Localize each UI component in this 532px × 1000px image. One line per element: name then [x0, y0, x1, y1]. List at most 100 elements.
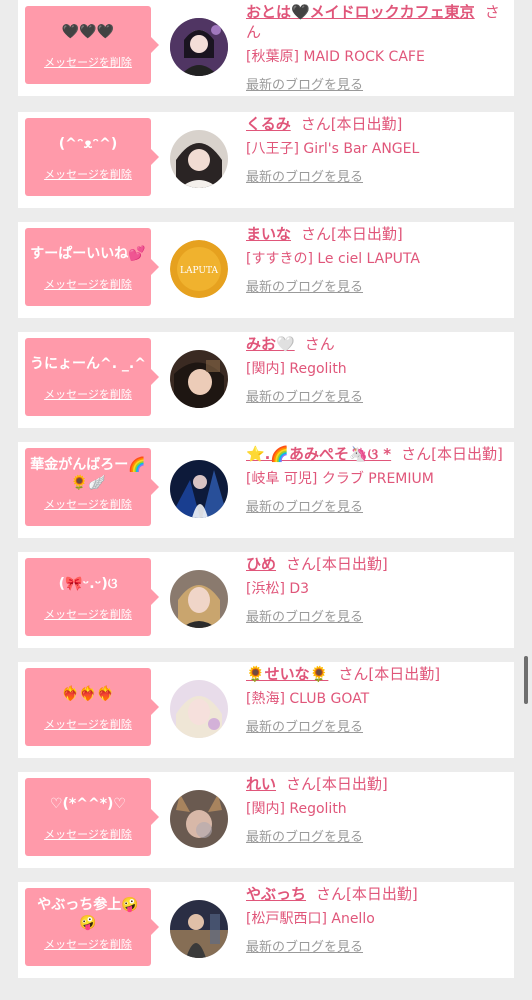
- latest-blog-link[interactable]: 最新のブログを見る: [246, 496, 363, 515]
- profile-info: れい さん[本日出勤] [関内] Regolith 最新のブログを見る: [246, 774, 510, 845]
- list-item: ❤️‍🔥❤️‍🔥❤️‍🔥 メッセージを削除 🌻せいな🌻 さん[本日出勤] [熱海]…: [18, 662, 514, 758]
- name-suffix: さん: [304, 335, 335, 353]
- list-item: 華金がんばろー🌈🌻🪽 メッセージを削除 ⭐️.🌈あみぺそ🦄ଓ * さん[本日出勤]…: [18, 442, 514, 538]
- message-bubble: うにょーん^. _.^ メッセージを削除: [25, 338, 159, 416]
- name-suffix: さん[本日出勤]: [286, 555, 388, 573]
- avatar[interactable]: [170, 350, 228, 408]
- profile-info: まいな さん[本日出勤] [すすきの] Le ciel LAPUTA 最新のブログ…: [246, 224, 510, 295]
- message-text: 華金がんばろー🌈🌻🪽: [30, 457, 146, 491]
- message-bubble: ♡(*^^*)♡ メッセージを削除: [25, 778, 159, 856]
- avatar[interactable]: [170, 460, 228, 518]
- profile-info: みお🤍 さん [関内] Regolith 最新のブログを見る: [246, 334, 510, 405]
- delete-message-link[interactable]: メッセージを削除: [25, 936, 151, 952]
- message-bubble: すーぱーいいね💕 メッセージを削除: [25, 228, 159, 306]
- latest-blog-link[interactable]: 最新のブログを見る: [246, 166, 363, 185]
- delete-message-link[interactable]: メッセージを削除: [25, 826, 151, 842]
- shop-label: [熱海] CLUB GOAT: [246, 691, 370, 707]
- cast-name-link[interactable]: くるみ: [246, 115, 291, 133]
- avatar[interactable]: [170, 900, 228, 958]
- avatar-image: [170, 350, 228, 408]
- avatar-image: [170, 130, 228, 188]
- delete-message-link[interactable]: メッセージを削除: [25, 54, 151, 70]
- name-suffix: さん[本日出勤]: [316, 885, 418, 903]
- list-item: (🎀ᵕ.ᵕ)ଓ メッセージを削除 ひめ さん[本日出勤] [浜松] D3 最新のブ…: [18, 552, 514, 648]
- avatar[interactable]: [170, 570, 228, 628]
- cast-name-link[interactable]: やぶっち: [246, 885, 306, 903]
- avatar[interactable]: [170, 680, 228, 738]
- avatar-image: [170, 680, 228, 738]
- message-bubble: やぶっち参上🤪🤪 メッセージを削除: [25, 888, 159, 966]
- shop-label: [関内] Regolith: [246, 361, 347, 377]
- latest-blog-link[interactable]: 最新のブログを見る: [246, 606, 363, 625]
- profile-info: おとは🖤メイドロックカフェ東京 さん [秋葉原] MAID ROCK CAFE 最…: [246, 2, 510, 93]
- svg-text:LAPUTA: LAPUTA: [180, 266, 218, 276]
- message-text: ♡(*^^*)♡: [49, 796, 126, 812]
- shop-label: [岐阜 可児] クラブ PREMIUM: [246, 471, 434, 487]
- message-bubble: (^ᵔᴥᵔ^) メッセージを削除: [25, 118, 159, 196]
- list-item: すーぱーいいね💕 メッセージを削除 LAPUTA まいな さん[本日出勤] [すす…: [18, 222, 514, 318]
- name-suffix: さん[本日出勤]: [338, 665, 441, 683]
- cast-name-link[interactable]: みお🤍: [246, 335, 295, 353]
- list-item: (^ᵔᴥᵔ^) メッセージを削除 くるみ さん[本日出勤] [八王子] Girl'…: [18, 112, 514, 208]
- avatar[interactable]: LAPUTA: [170, 240, 228, 298]
- avatar[interactable]: [170, 130, 228, 188]
- avatar[interactable]: [170, 790, 228, 848]
- list-item: 🖤🖤🖤 メッセージを削除 おとは🖤メイドロックカフェ東京 さん [秋葉原] MAI…: [18, 0, 514, 96]
- message-bubble: 華金がんばろー🌈🌻🪽 メッセージを削除: [25, 448, 159, 526]
- latest-blog-link[interactable]: 最新のブログを見る: [246, 716, 363, 735]
- shop-label: [すすきの] Le ciel LAPUTA: [246, 251, 420, 267]
- delete-message-link[interactable]: メッセージを削除: [25, 276, 151, 292]
- avatar-image: [170, 570, 228, 628]
- scrollbar-thumb[interactable]: [524, 656, 528, 704]
- profile-info: ⭐️.🌈あみぺそ🦄ଓ * さん[本日出勤] [岐阜 可児] クラブ PREMIUM…: [246, 444, 510, 515]
- message-bubble: ❤️‍🔥❤️‍🔥❤️‍🔥 メッセージを削除: [25, 668, 159, 746]
- list-item: ♡(*^^*)♡ メッセージを削除 れい さん[本日出勤] [関内] Regoli…: [18, 772, 514, 868]
- avatar[interactable]: [170, 18, 228, 76]
- latest-blog-link[interactable]: 最新のブログを見る: [246, 74, 363, 93]
- shop-label: [秋葉原] MAID ROCK CAFE: [246, 49, 425, 65]
- delete-message-link[interactable]: メッセージを削除: [25, 166, 151, 182]
- profile-info: くるみ さん[本日出勤] [八王子] Girl's Bar ANGEL 最新のブロ…: [246, 114, 510, 185]
- profile-info: ひめ さん[本日出勤] [浜松] D3 最新のブログを見る: [246, 554, 510, 625]
- message-text: すーぱーいいね💕: [30, 246, 146, 262]
- cast-name-link[interactable]: ⭐️.🌈あみぺそ🦄ଓ *: [246, 445, 391, 463]
- laputa-logo-image: LAPUTA: [170, 240, 228, 298]
- list-item: やぶっち参上🤪🤪 メッセージを削除 やぶっち さん[本日出勤] [松戸駅西口] A…: [18, 882, 514, 978]
- message-text: (🎀ᵕ.ᵕ)ଓ: [58, 576, 118, 592]
- message-list: 🖤🖤🖤 メッセージを削除 おとは🖤メイドロックカフェ東京 さん [秋葉原] MAI…: [0, 0, 532, 1000]
- delete-message-link[interactable]: メッセージを削除: [25, 496, 151, 512]
- name-suffix: さん[本日出勤]: [301, 225, 403, 243]
- cast-name-link[interactable]: ひめ: [246, 555, 276, 573]
- name-suffix: さん[本日出勤]: [401, 445, 503, 463]
- message-bubble: 🖤🖤🖤 メッセージを削除: [25, 6, 159, 84]
- delete-message-link[interactable]: メッセージを削除: [25, 716, 151, 732]
- message-text: うにょーん^. _.^: [30, 356, 146, 372]
- avatar-image: [170, 460, 228, 518]
- message-text: やぶっち参上🤪🤪: [37, 897, 139, 931]
- avatar-image: [170, 790, 228, 848]
- profile-info: 🌻せいな🌻 さん[本日出勤] [熱海] CLUB GOAT 最新のブログを見る: [246, 664, 510, 735]
- message-text: (^ᵔᴥᵔ^): [58, 136, 118, 152]
- name-suffix: さん[本日出勤]: [286, 775, 388, 793]
- list-item: うにょーん^. _.^ メッセージを削除 みお🤍 さん [関内] Regolith…: [18, 332, 514, 428]
- cast-name-link[interactable]: れい: [246, 775, 276, 793]
- avatar-image: [170, 900, 228, 958]
- delete-message-link[interactable]: メッセージを削除: [25, 386, 151, 402]
- latest-blog-link[interactable]: 最新のブログを見る: [246, 276, 363, 295]
- shop-label: [関内] Regolith: [246, 801, 347, 817]
- message-text: ❤️‍🔥❤️‍🔥❤️‍🔥: [61, 686, 115, 702]
- cast-name-link[interactable]: おとは🖤メイドロックカフェ東京: [246, 3, 475, 21]
- latest-blog-link[interactable]: 最新のブログを見る: [246, 936, 363, 955]
- name-suffix: さん[本日出勤]: [300, 115, 403, 133]
- delete-message-link[interactable]: メッセージを削除: [25, 606, 151, 622]
- avatar-image: [170, 18, 228, 76]
- latest-blog-link[interactable]: 最新のブログを見る: [246, 826, 363, 845]
- message-bubble: (🎀ᵕ.ᵕ)ଓ メッセージを削除: [25, 558, 159, 636]
- message-text: 🖤🖤🖤: [61, 24, 115, 40]
- cast-name-link[interactable]: 🌻せいな🌻: [246, 665, 328, 683]
- cast-name-link[interactable]: まいな: [246, 225, 291, 243]
- shop-label: [八王子] Girl's Bar ANGEL: [246, 141, 420, 157]
- latest-blog-link[interactable]: 最新のブログを見る: [246, 386, 363, 405]
- shop-label: [浜松] D3: [246, 581, 310, 597]
- profile-info: やぶっち さん[本日出勤] [松戸駅西口] Anello 最新のブログを見る: [246, 884, 510, 955]
